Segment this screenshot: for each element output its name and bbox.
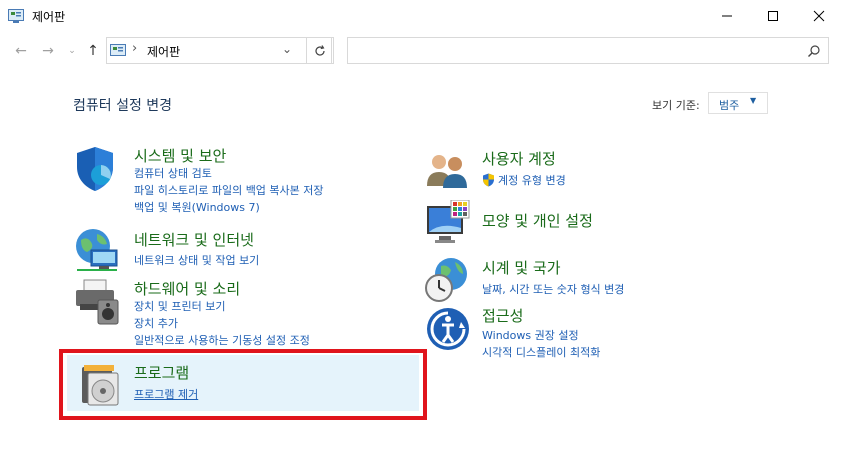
link-mobility-settings[interactable]: 일반적으로 사용하는 기동성 설정 조정: [134, 332, 310, 348]
control-panel-icon: [8, 8, 24, 23]
arrow-left-icon: ←: [15, 43, 27, 59]
dropdown-triangle-icon: ▼: [750, 96, 757, 105]
link-network-status[interactable]: 네트워크 상태 및 작업 보기: [134, 252, 259, 268]
breadcrumb-chevron-icon[interactable]: ›: [132, 41, 137, 56]
link-file-history-backup[interactable]: 파일 히스토리로 파일의 백업 복사본 저장: [134, 182, 324, 198]
page-title: 컴퓨터 설정 변경: [73, 98, 173, 114]
printer-speaker-icon[interactable]: [72, 278, 122, 330]
link-optimize-visual-display[interactable]: 시각적 디스플레이 최적화: [482, 344, 600, 360]
link-review-computer-status[interactable]: 컴퓨터 상태 검토: [134, 165, 212, 181]
network-globe-icon[interactable]: [73, 226, 121, 278]
address-dropdown-icon[interactable]: ⌄: [282, 42, 292, 56]
breadcrumb-control-panel[interactable]: 제어판: [147, 43, 180, 60]
minimize-button[interactable]: [704, 0, 750, 31]
accessibility-icon[interactable]: [425, 306, 471, 356]
back-button[interactable]: ←: [12, 41, 30, 61]
category-programs[interactable]: 프로그램: [134, 362, 189, 383]
monitor-palette-icon[interactable]: [425, 199, 471, 252]
clock-globe-icon[interactable]: [423, 256, 471, 308]
window-title: 제어판: [32, 10, 66, 24]
title-bar: 제어판: [0, 0, 842, 31]
view-by-label: 보기 기준:: [652, 99, 700, 112]
link-recommended-settings[interactable]: Windows 권장 설정: [482, 327, 579, 343]
category-hardware-sound[interactable]: 하드웨어 및 소리: [134, 278, 240, 299]
category-user-accounts[interactable]: 사용자 계정: [482, 148, 556, 169]
link-add-device[interactable]: 장치 추가: [134, 315, 178, 331]
recent-locations-button[interactable]: ⌄: [63, 41, 81, 61]
arrow-up-icon: ↑: [87, 43, 99, 59]
link-uninstall-program[interactable]: 프로그램 제거: [134, 386, 198, 402]
link-backup-restore[interactable]: 백업 및 복원(Windows 7): [134, 199, 260, 215]
control-panel-window: 제어판 ← → ⌄ ↑ › 제어판 ⌄ 컴퓨터 설정 변경 보기 기준: 범주 …: [0, 0, 842, 461]
program-disc-icon[interactable]: [80, 363, 120, 411]
arrow-right-icon: →: [42, 43, 54, 59]
up-button[interactable]: ↑: [84, 41, 102, 61]
forward-button[interactable]: →: [39, 41, 57, 61]
category-clock-region[interactable]: 시계 및 국가: [482, 257, 561, 278]
search-icon: [807, 43, 821, 62]
control-panel-icon: [110, 43, 126, 62]
view-by-value: 범주: [719, 99, 740, 112]
close-button[interactable]: [796, 0, 842, 31]
category-ease-of-access[interactable]: 접근성: [482, 305, 523, 326]
users-icon[interactable]: [425, 150, 469, 194]
view-by-dropdown[interactable]: 범주 ▼: [708, 92, 768, 114]
category-network-internet[interactable]: 네트워크 및 인터넷: [134, 229, 254, 250]
search-input[interactable]: [347, 37, 829, 64]
refresh-icon: [315, 44, 325, 56]
chevron-down-icon: ⌄: [68, 46, 76, 56]
refresh-button[interactable]: [306, 37, 334, 64]
uac-shield-icon: [482, 172, 495, 191]
address-bar[interactable]: › 제어판 ⌄: [106, 37, 332, 64]
category-system-security[interactable]: 시스템 및 보안: [134, 145, 226, 166]
link-date-time-format[interactable]: 날짜, 시간 또는 숫자 형식 변경: [482, 281, 624, 297]
shield-icon[interactable]: [73, 145, 117, 197]
link-change-account-type[interactable]: 계정 유형 변경: [498, 172, 566, 188]
category-appearance-personalization[interactable]: 모양 및 개인 설정: [482, 210, 593, 231]
maximize-button[interactable]: [750, 0, 796, 31]
link-devices-printers[interactable]: 장치 및 프린터 보기: [134, 298, 225, 314]
